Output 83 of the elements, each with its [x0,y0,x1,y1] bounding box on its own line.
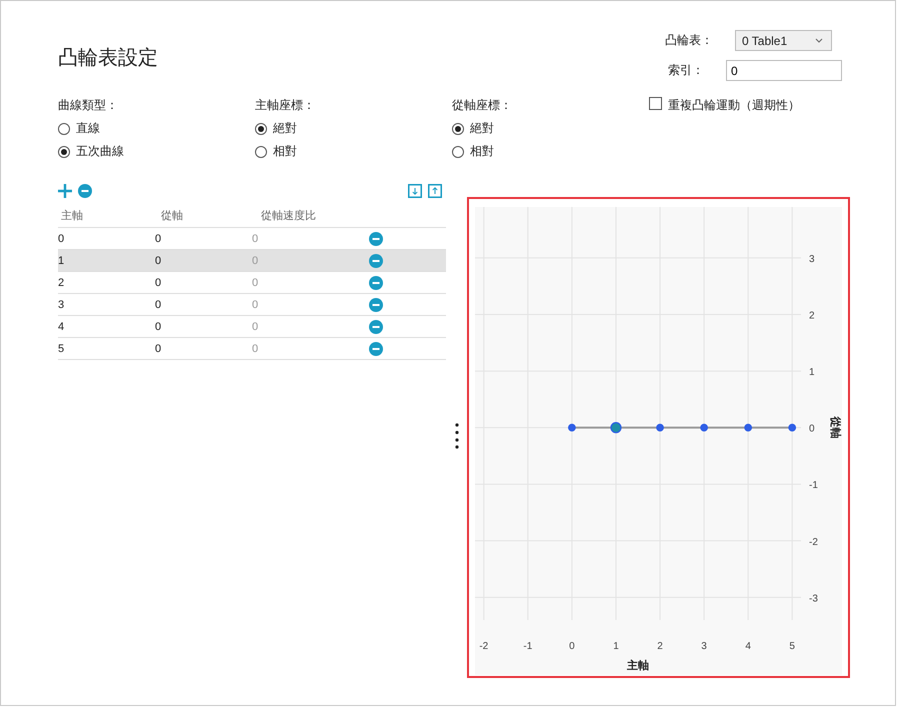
table-cell-text: 0 [155,298,162,310]
data-point[interactable] [788,424,796,432]
x-tick-label: 1 [613,641,619,652]
radio-option[interactable]: 相對 [452,143,494,160]
table-cell-text: 5 [58,342,66,354]
table-cell-text: 0 [155,320,162,332]
radio-option[interactable]: 五次曲線 [58,143,124,160]
export-icon[interactable] [428,184,442,198]
data-point[interactable] [656,424,664,432]
radio-button[interactable] [58,146,70,158]
table-cell-text: 0 [252,298,260,310]
radio-button[interactable] [452,146,464,158]
x-tick-label: -1 [523,641,532,652]
table-cell-text: 0 [252,276,260,288]
table-cell-text: 0 [58,232,66,244]
remove-row-icon[interactable] [369,342,383,356]
x-tick-label: 3 [701,641,707,652]
table-cell-text: 0 [155,276,162,288]
radio-option[interactable]: 絕對 [255,120,297,137]
table-cell-text: 0 [155,254,162,266]
cam-table-dropdown[interactable]: 0 Table1 [735,30,832,51]
index-field[interactable]: 0 [726,60,842,81]
x-axis-label: 主軸 [627,660,649,672]
table-cell-text: 0 [155,232,162,244]
y-tick-label: -3 [809,593,818,604]
table-cell-text: 4 [58,320,66,332]
x-tick-label: -2 [479,641,488,652]
y-axis-label: 從軸 [829,416,841,439]
y-tick-label: 3 [809,254,815,265]
option-group-label: 從軸座標： [452,97,512,114]
cam-table-label: 凸輪表： [665,32,713,49]
remove-row-icon[interactable] [369,254,383,268]
radio-button[interactable] [255,146,267,158]
x-tick-label: 2 [657,641,663,652]
y-tick-label: 1 [809,367,815,378]
radio-button[interactable] [452,122,464,134]
y-tick-label: -2 [809,536,818,548]
remove-row-icon[interactable] [369,320,383,334]
data-point[interactable] [700,424,708,432]
remove-row-icon[interactable] [369,232,383,246]
y-tick-label: -1 [809,480,818,492]
drag-handle-icon[interactable] [454,423,458,449]
import-icon[interactable] [408,184,422,198]
index-label: 索引： [668,62,704,79]
table-row[interactable]: 3 0 0 [58,294,446,316]
add-icon[interactable] [58,184,72,198]
x-tick-label: 4 [745,641,751,652]
y-tick-label: 0 [809,424,815,435]
data-point[interactable] [568,424,576,432]
table-cell-text: 0 [252,342,260,354]
caret-icon [815,38,823,43]
x-tick-label: 5 [789,641,795,652]
option-group-label: 主軸座標： [255,97,315,114]
y-tick-label: 2 [809,310,815,322]
table-cell-text: 3 [58,298,66,310]
column-header: 主軸 [60,208,84,222]
table-cell-text: 1 [58,254,66,266]
table-row[interactable]: 2 0 0 [58,272,446,294]
radio-button[interactable] [58,122,70,134]
radio-button[interactable] [255,122,267,134]
table-row[interactable]: 5 0 0 [58,338,446,360]
page-title: 凸輪表設定 [58,46,158,71]
table-row[interactable]: 1 0 0 [58,250,446,272]
data-point[interactable] [744,424,752,432]
column-header: 從軸速度比 [260,208,317,222]
remove-row-icon[interactable] [369,276,383,290]
column-header: 從軸 [160,208,184,222]
remove-row-icon[interactable] [369,298,383,312]
radio-option[interactable]: 絕對 [452,120,494,137]
x-tick-label: 0 [569,641,575,652]
checkbox[interactable] [649,97,662,110]
table-cell-text: 2 [58,276,66,288]
radio-option[interactable]: 相對 [255,143,297,160]
table-cell-text: 0 [252,254,260,266]
repeat-checkbox-option[interactable]: 重複凸輪運動（週期性） [649,97,800,177]
table-cell-text: 0 [252,320,260,332]
table-cell-text: 0 [155,342,162,354]
remove-icon[interactable] [78,184,92,198]
table-row[interactable]: 4 0 0 [58,316,446,338]
table-cell-text: 0 [252,232,260,244]
radio-option[interactable]: 直線 [58,120,100,137]
option-group-label: 曲線類型： [58,97,118,114]
data-point[interactable] [610,422,622,434]
